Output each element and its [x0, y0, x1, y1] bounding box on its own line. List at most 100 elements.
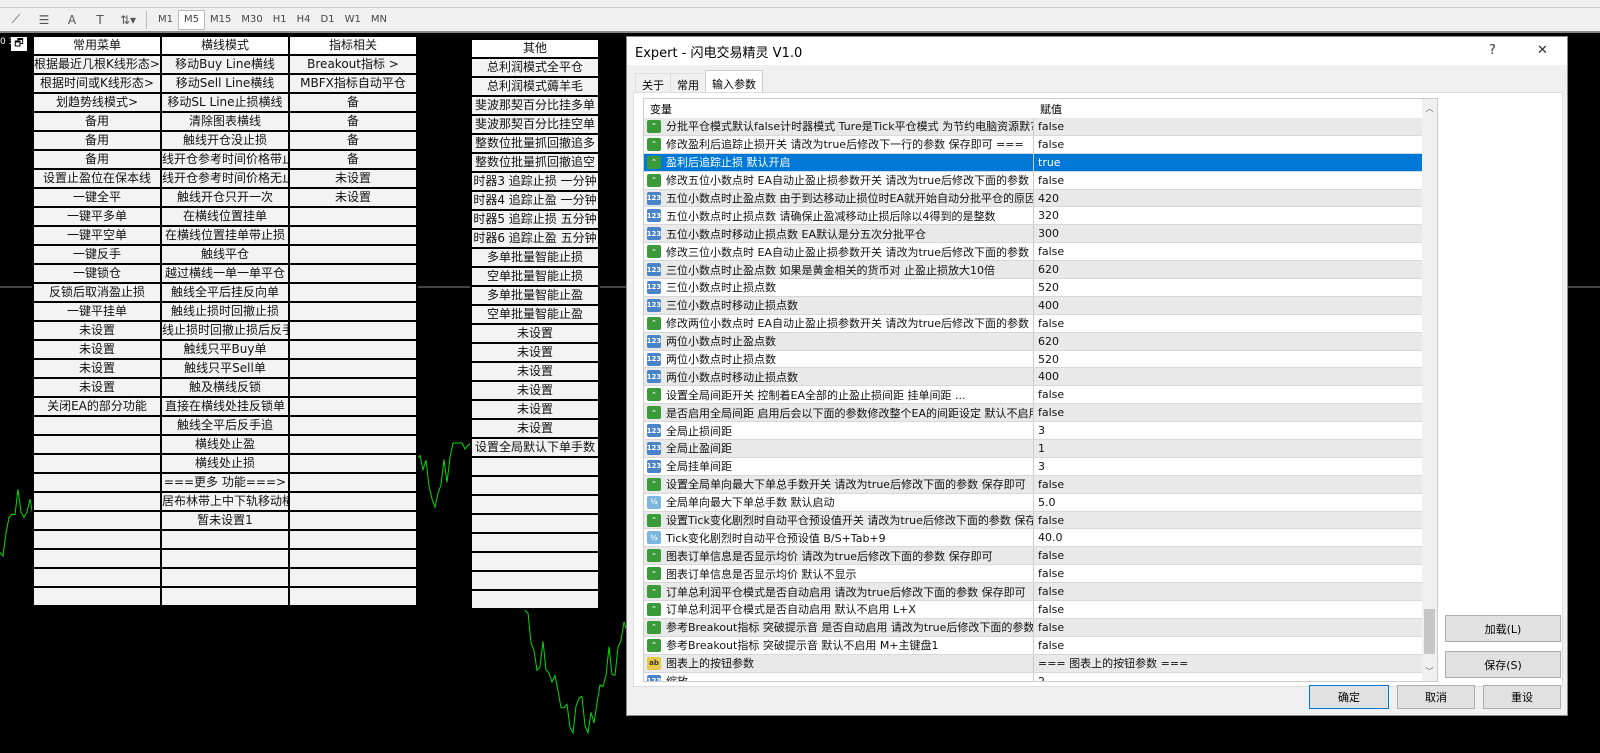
menu-button[interactable]: 直接在横线处挂反锁单 — [160, 396, 290, 417]
parameter-value[interactable]: false — [1034, 514, 1064, 527]
menu-button[interactable]: 触线全平后挂反向单 — [160, 282, 290, 303]
parameter-row[interactable]: 123 三位小数点时止损点数 520 — [644, 279, 1424, 297]
parameter-row[interactable]: ⌃ 图表订单信息是否显示均价 默认不显示 false — [644, 565, 1424, 584]
menu-button[interactable]: 触线全平后反手追 — [160, 415, 290, 436]
parameter-row[interactable]: 123 五位小数点时止损点数 请确保止盈减移动止损后除以4得到的是整数 320 — [644, 207, 1424, 226]
timeframe-h1[interactable]: H1 — [268, 10, 292, 30]
menu-button[interactable]: 设置止盈位在保本线 — [32, 168, 162, 189]
parameter-row[interactable]: ⌃ 盈利后追踪止损 默认开启 true — [644, 153, 1424, 172]
parameter-value[interactable]: 620 — [1034, 335, 1059, 348]
restore-icon[interactable]: 🗗 — [11, 37, 27, 51]
parameter-row[interactable]: 123 三位小数点时止盈点数 如果是黄金相关的货币对 止盈止损放大10倍 620 — [644, 261, 1424, 280]
load-button[interactable]: 加载(L) — [1445, 615, 1561, 642]
parameter-value[interactable]: false — [1034, 245, 1064, 258]
menu-button[interactable]: 触线开仓没止损 — [160, 130, 290, 151]
parameter-value[interactable]: === 图表上的按钮参数 === — [1034, 655, 1188, 671]
menu-button[interactable]: 未设置 — [470, 418, 600, 439]
parameter-value[interactable]: 420 — [1034, 192, 1059, 205]
ok-button[interactable]: 确定 — [1309, 685, 1389, 709]
menu-button[interactable]: 横线处止损 — [160, 453, 290, 474]
tab-2[interactable]: 输入参数 — [705, 70, 763, 92]
menu-button[interactable]: 时器5 追踪止损 五分钟 — [470, 209, 600, 230]
parameter-row[interactable]: ⌃ 设置全局单向最大下单总手数开关 请改为true后修改下面的参数 保存即可 fal… — [644, 475, 1424, 494]
menu-button[interactable]: 触线止损时回撤止损 — [160, 301, 290, 322]
parameter-value[interactable]: 5.0 — [1034, 496, 1056, 509]
menu-button[interactable]: 备用 — [32, 149, 162, 170]
parameter-value[interactable]: true — [1034, 156, 1061, 169]
parameter-value[interactable]: false — [1034, 317, 1064, 330]
column-variable[interactable]: 变量 — [644, 101, 1034, 117]
text-label-icon[interactable]: T — [88, 10, 112, 30]
reset-button[interactable]: 重设 — [1483, 685, 1561, 709]
menu-button[interactable]: MBFX指标自动平仓 — [288, 73, 418, 94]
scroll-thumb[interactable] — [1424, 609, 1435, 654]
parameter-value[interactable]: false — [1034, 567, 1064, 580]
parameter-value[interactable]: 2 — [1034, 675, 1045, 681]
menu-button[interactable]: 备 — [288, 130, 418, 151]
save-button[interactable]: 保存(S) — [1445, 651, 1561, 678]
menu-button[interactable]: 未设置 — [32, 377, 162, 398]
parameter-value[interactable]: 300 — [1034, 227, 1059, 240]
menu-button[interactable]: 备用 — [32, 130, 162, 151]
text-icon[interactable]: A — [60, 10, 84, 30]
cancel-button[interactable]: 取消 — [1397, 685, 1475, 709]
menu-button[interactable]: 未设置 — [470, 323, 600, 344]
tab-0[interactable]: 关于 — [635, 73, 671, 92]
menu-button[interactable]: Breakout指标 > — [288, 54, 418, 75]
parameter-value[interactable]: false — [1034, 138, 1064, 151]
parameter-row[interactable]: ⌃ 设置Tick变化剧烈时自动平仓预设值开关 请改为true后修改下面的参数 保存… — [644, 511, 1424, 530]
arrows-icon[interactable]: ⇅▾ — [116, 10, 140, 30]
parameter-row[interactable]: ⌃ 修改三位小数点时 EA自动止盈止损参数开关 请改为true后修改下面的参数 ?… — [644, 243, 1424, 262]
parameter-value[interactable]: false — [1034, 639, 1064, 652]
parameter-value[interactable]: 3 — [1034, 424, 1045, 437]
parameter-value[interactable]: 520 — [1034, 281, 1059, 294]
parameter-value[interactable]: false — [1034, 174, 1064, 187]
parameter-row[interactable]: ⌃ 设置全局间距开关 控制着EA全部的止盈止损间距 挂单间距 ... false — [644, 386, 1424, 405]
help-button[interactable]: ? — [1489, 43, 1496, 58]
parameter-row[interactable]: 123 两位小数点时止损点数 520 — [644, 350, 1424, 369]
menu-button[interactable]: 清除图表横线 — [160, 111, 290, 132]
menu-button[interactable]: 多单批量智能止损 — [470, 247, 600, 268]
menu-button[interactable]: 斐波那契百分比挂空单 — [470, 114, 600, 135]
menu-button[interactable]: 未设置 — [32, 320, 162, 341]
parameter-value[interactable]: false — [1034, 388, 1064, 401]
timeframe-h4[interactable]: H4 — [292, 10, 316, 30]
timeframe-mn[interactable]: MN — [366, 10, 392, 30]
parameter-row[interactable]: 123 缩放 2 — [644, 672, 1424, 681]
menu-button[interactable]: 一键平空单 — [32, 225, 162, 246]
menu-button[interactable]: 未设置 — [32, 358, 162, 379]
column-value[interactable]: 赋值 — [1034, 101, 1062, 117]
parameter-row[interactable]: ⌃ 修改盈利后追踪止损开关 请改为true后修改下一行的参数 保存即可 === fa… — [644, 135, 1424, 154]
menu-button[interactable]: 暂未设置1 — [160, 510, 290, 531]
parameter-row[interactable]: 123 全局止损间距 3 — [644, 422, 1424, 441]
menu-button[interactable]: 时器4 追踪止盈 一分钟 — [470, 190, 600, 211]
menu-button[interactable]: 一键全平 — [32, 187, 162, 208]
menu-button[interactable]: 整数位批量抓回撤追多 — [470, 133, 600, 154]
parameter-row[interactable]: ½ 全局单向最大下单总手数 默认启动 5.0 — [644, 493, 1424, 512]
parameter-value[interactable]: 1 — [1034, 442, 1045, 455]
parameter-value[interactable]: false — [1034, 120, 1064, 133]
parameter-row[interactable]: ½ Tick变化剧烈时自动平仓预设值 B/S+Tab+9 40.0 — [644, 529, 1424, 548]
menu-button[interactable]: 触线开仓只开一次 — [160, 187, 290, 208]
parameter-row[interactable]: ⌃ 修改五位小数点时 EA自动止盈止损参数开关 请改为true后修改下面的参数 ?… — [644, 171, 1424, 190]
menu-button[interactable]: 线开仓参考时间价格带止 — [160, 149, 290, 170]
parameter-row[interactable]: 123 两位小数点时止盈点数 620 — [644, 332, 1424, 351]
parameter-value[interactable]: false — [1034, 549, 1064, 562]
menu-button[interactable]: 备 — [288, 92, 418, 113]
menu-button[interactable]: 一键平挂单 — [32, 301, 162, 322]
menu-button[interactable]: 备 — [288, 111, 418, 132]
menu-button[interactable]: 移动Sell Line横线 — [160, 73, 290, 94]
parameter-value[interactable]: false — [1034, 603, 1064, 616]
parameter-row[interactable]: 123 五位小数点时止盈点数 由于到达移动止损位时EA就开始自动分批平仓的原因 42… — [644, 189, 1424, 208]
menu-button[interactable]: 总利润模式全平仓 — [470, 57, 600, 78]
parameter-value[interactable]: 520 — [1034, 353, 1059, 366]
menu-button[interactable]: 线开仓参考时间价格无止 — [160, 168, 290, 189]
parameter-row[interactable]: 123 三位小数点时移动止损点数 400 — [644, 296, 1424, 315]
menu-button[interactable]: 触线平仓 — [160, 244, 290, 265]
parameter-row[interactable]: 123 两位小数点时移动止损点数 400 — [644, 368, 1424, 387]
parameter-value[interactable]: false — [1034, 585, 1064, 598]
scroll-up-icon[interactable]: ︿ — [1422, 103, 1437, 114]
menu-button[interactable]: 时器6 追踪止盈 五分钟 — [470, 228, 600, 249]
parameter-value[interactable]: 400 — [1034, 370, 1059, 383]
parameter-value[interactable]: 400 — [1034, 299, 1059, 312]
